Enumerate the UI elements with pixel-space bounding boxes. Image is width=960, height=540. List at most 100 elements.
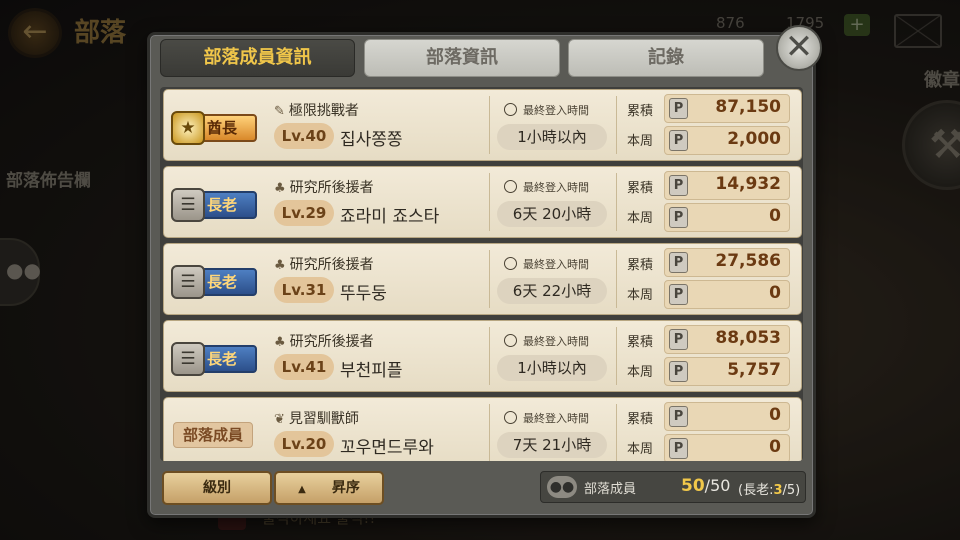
weekly-value: 0 [769, 437, 781, 457]
sort-by-grade-button[interactable]: 級別 [162, 471, 272, 505]
clan-members-panel: 部落成員資訊 部落資訊 記錄 ✕ ★ 酋長 ✎ 極限挑戰者 Lv.40 집사쫑쫑 … [147, 25, 822, 518]
accumulated-value: 0 [769, 405, 781, 425]
weekly-points: P 5,757 [664, 357, 790, 386]
points-icon: P [669, 329, 688, 350]
add-resource-button[interactable]: + [844, 14, 870, 36]
accumulated-label: 累積 [627, 258, 654, 273]
weekly-value: 0 [769, 206, 781, 226]
weekly-label: 本周 [627, 442, 654, 457]
weekly-points: P0 [664, 203, 790, 232]
member-row[interactable]: ☰ 長老 ♣ 研究所後援者 Lv.41 부천피플 最終登入時間 1小時以內 累積 … [163, 320, 802, 392]
points-icon: P [669, 361, 688, 382]
star-rank-icon: ★ [171, 111, 205, 145]
rank-label: 長老 [207, 273, 238, 291]
screen-title: 部落 [74, 18, 127, 48]
member-list[interactable]: ★ 酋長 ✎ 極限挑戰者 Lv.40 집사쫑쫑 最終登入時間 1小時以內 累積 P… [160, 87, 803, 461]
weekly-value: 5,757 [727, 360, 781, 380]
elder-rank-icon: ☰ [171, 188, 205, 222]
last-login-value: 1小時以內 [497, 355, 607, 381]
member-row[interactable]: ☰ 長老 ♣ 研究所後援者 Lv.31 뚜두둥 最終登入時間 6天 22小時 累積… [163, 243, 802, 315]
last-login-label: 最終登入時間 [504, 102, 589, 118]
mail-icon[interactable] [894, 14, 942, 48]
accumulated-label: 累積 [627, 335, 654, 350]
accumulated-label: 累積 [627, 181, 654, 196]
weekly-label: 本周 [627, 288, 654, 303]
last-login-label: 最終登入時間 [504, 179, 589, 195]
rank-badge: ☰ 長老 [171, 342, 257, 376]
elder-rank-icon: ☰ [171, 342, 205, 376]
points-icon: P [669, 406, 688, 427]
divider [616, 327, 617, 385]
resource-counter-1: 876 [716, 14, 745, 32]
member-name: 죠라미 죠스타 [340, 207, 440, 227]
title-icon: ♣ [274, 335, 286, 350]
points-icon: P [669, 284, 688, 305]
clock-icon [504, 103, 517, 116]
member-row[interactable]: 部落成員 ❦ 見習馴獸師 Lv.20 꼬우면드루와 最終登入時間 7天 21小時 … [163, 397, 802, 461]
notice-board-label[interactable]: 部落佈告欄 [6, 166, 91, 191]
level-badge: Lv.31 [274, 277, 334, 303]
back-button[interactable]: ← [8, 8, 62, 58]
title-icon: ❦ [274, 412, 285, 427]
weekly-value: 2,000 [727, 129, 781, 149]
chat-icon: ●● [6, 258, 41, 282]
points-icon: P [669, 207, 688, 228]
rank-badge: ☰ 長老 [171, 265, 257, 299]
member-name: 부천피플 [340, 361, 403, 381]
accumulated-label: 累積 [627, 412, 654, 427]
weekly-points: P0 [664, 280, 790, 309]
last-login-value: 6天 22小時 [497, 278, 607, 304]
close-button[interactable]: ✕ [776, 25, 822, 71]
divider [489, 96, 490, 154]
accumulated-points: P 88,053 [664, 325, 790, 354]
level-badge: Lv.20 [274, 431, 334, 457]
member-row[interactable]: ☰ 長老 ♣ 研究所後援者 Lv.29 죠라미 죠스타 最終登入時間 6天 20小… [163, 166, 802, 238]
weekly-value: 0 [769, 283, 781, 303]
weekly-label: 本周 [627, 211, 654, 226]
accumulated-label: 累積 [627, 104, 654, 119]
last-login-label: 最終登入時間 [504, 256, 589, 272]
weekly-label: 本周 [627, 134, 654, 149]
member-count: 50/50 [681, 476, 731, 496]
rank-badge: ★ 酋長 [171, 111, 257, 145]
member-row[interactable]: ★ 酋長 ✎ 極限挑戰者 Lv.40 집사쫑쫑 最終登入時間 1小時以內 累積 P… [163, 89, 802, 161]
elder-rank-icon: ☰ [171, 265, 205, 299]
weekly-points: P0 [664, 434, 790, 461]
member-title: ♣ 研究所後援者 [274, 180, 374, 196]
divider [616, 250, 617, 308]
clock-icon [504, 180, 517, 193]
clock-icon [504, 257, 517, 270]
last-login-value: 7天 21小時 [497, 432, 607, 458]
tab-clan-info[interactable]: 部落資訊 [364, 39, 560, 77]
close-icon: ✕ [784, 27, 814, 67]
members-icon: ●● [547, 476, 577, 498]
rank-badge: 部落成員 [173, 422, 253, 448]
member-name: 꼬우면드루와 [340, 438, 434, 458]
tab-records[interactable]: 記錄 [568, 39, 764, 77]
divider [489, 327, 490, 385]
rank-label: 長老 [207, 196, 238, 214]
last-login-value: 1小時以內 [497, 124, 607, 150]
member-title: ✎ 極限挑戰者 [274, 103, 359, 119]
member-name: 집사쫑쫑 [340, 130, 403, 150]
rank-label: 部落成員 [182, 426, 243, 444]
last-login-label: 最終登入時間 [504, 333, 589, 349]
chat-tab[interactable]: ●● [0, 238, 41, 306]
title-icon: ♣ [274, 181, 286, 196]
clan-emblem-icon[interactable]: ⚒ [902, 100, 960, 190]
divider [616, 404, 617, 461]
member-count-label: 部落成員 [584, 482, 637, 497]
accumulated-points: P0 [664, 402, 790, 431]
divider [489, 173, 490, 231]
title-icon: ✎ [274, 104, 285, 119]
accumulated-value: 14,932 [715, 174, 781, 194]
divider [616, 96, 617, 154]
clock-icon [504, 411, 517, 424]
accumulated-points: P 87,150 [664, 94, 790, 123]
divider [489, 250, 490, 308]
points-icon: P [669, 175, 688, 196]
weekly-points: P 2,000 [664, 126, 790, 155]
divider [489, 404, 490, 461]
tab-member-info[interactable]: 部落成員資訊 [160, 39, 355, 77]
sort-order-button[interactable]: ▲ 昇序 [274, 471, 384, 505]
